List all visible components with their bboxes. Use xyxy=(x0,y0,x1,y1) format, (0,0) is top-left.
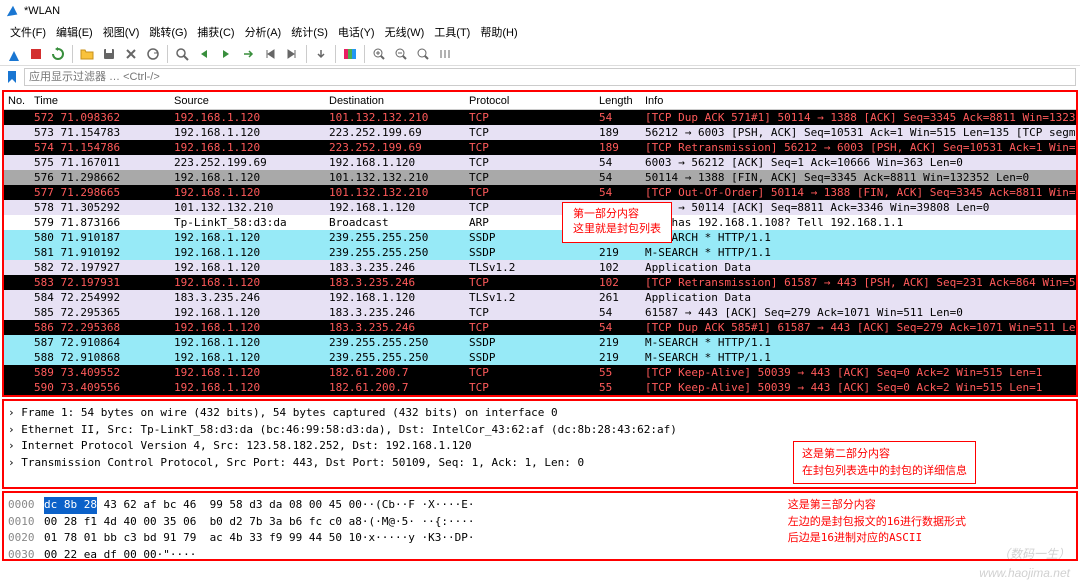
callout3-line2: 左边的是封包报文的16进行数据形式 xyxy=(788,514,966,531)
menu-telephony[interactable]: 电话(Y) xyxy=(334,24,379,40)
app-icon xyxy=(6,4,20,18)
bookmark-icon[interactable] xyxy=(4,69,20,85)
find-packet-icon[interactable] xyxy=(172,44,192,64)
table-row[interactable]: 572 71.098362192.168.1.120101.132.132.21… xyxy=(4,110,1076,125)
callout2-line2: 在封包列表选中的封包的详细信息 xyxy=(802,463,967,480)
packet-list-pane: No. Time Source Destination Protocol Len… xyxy=(2,90,1078,397)
packet-list-header: No. Time Source Destination Protocol Len… xyxy=(4,92,1076,110)
zoom-reset-icon[interactable] xyxy=(413,44,433,64)
start-capture-icon[interactable] xyxy=(4,44,24,64)
callout1-line1: 第一部分内容 xyxy=(573,207,661,222)
detail-line[interactable]: › Frame 1: 54 bytes on wire (432 bits), … xyxy=(8,405,1072,422)
close-file-icon[interactable] xyxy=(121,44,141,64)
col-header-no[interactable]: No. xyxy=(4,95,34,107)
toolbar-separator xyxy=(72,45,73,63)
auto-scroll-icon[interactable] xyxy=(311,44,331,64)
table-row[interactable]: 585 72.295365192.168.1.120183.3.235.246T… xyxy=(4,305,1076,320)
callout-hex: 这是第三部分内容 左边的是封包报文的16进行数据形式 后边是16进制对应的ASC… xyxy=(788,497,966,547)
toolbar-separator xyxy=(335,45,336,63)
table-row[interactable]: 583 72.197931192.168.1.120183.3.235.246T… xyxy=(4,275,1076,290)
save-file-icon[interactable] xyxy=(99,44,119,64)
col-header-info[interactable]: Info xyxy=(645,95,1076,107)
go-prev-icon[interactable] xyxy=(194,44,214,64)
table-row[interactable]: 579 71.873166Tp-LinkT_58:d3:daBroadcastA… xyxy=(4,215,1076,230)
display-filter-input[interactable] xyxy=(24,68,1076,86)
restart-capture-icon[interactable] xyxy=(48,44,68,64)
menu-help[interactable]: 帮助(H) xyxy=(476,24,521,40)
table-row[interactable]: 587 72.910864192.168.1.120239.255.255.25… xyxy=(4,335,1076,350)
packet-details-pane: › Frame 1: 54 bytes on wire (432 bits), … xyxy=(2,399,1078,489)
table-row[interactable]: 577 71.298665192.168.1.120101.132.132.21… xyxy=(4,185,1076,200)
toolbar xyxy=(0,42,1080,66)
callout1-line2: 这里就是封包列表 xyxy=(573,222,661,237)
filter-bar xyxy=(0,66,1080,88)
resize-columns-icon[interactable] xyxy=(435,44,455,64)
open-file-icon[interactable] xyxy=(77,44,97,64)
table-row[interactable]: 588 72.910868192.168.1.120239.255.255.25… xyxy=(4,350,1076,365)
go-first-icon[interactable] xyxy=(260,44,280,64)
menu-wireless[interactable]: 无线(W) xyxy=(381,24,429,40)
table-row[interactable]: 578 71.305292101.132.132.210192.168.1.12… xyxy=(4,200,1076,215)
colorize-icon[interactable] xyxy=(340,44,360,64)
table-row[interactable]: 580 71.910187192.168.1.120239.255.255.25… xyxy=(4,230,1076,245)
menu-view[interactable]: 视图(V) xyxy=(99,24,144,40)
go-last-icon[interactable] xyxy=(282,44,302,64)
detail-line[interactable]: › Ethernet II, Src: Tp-LinkT_58:d3:da (b… xyxy=(8,422,1072,439)
col-header-time[interactable]: Time xyxy=(34,95,174,107)
table-row[interactable]: 590 73.409556192.168.1.120182.61.200.7TC… xyxy=(4,380,1076,395)
packet-rows: 572 71.098362192.168.1.120101.132.132.21… xyxy=(4,110,1076,395)
col-header-destination[interactable]: Destination xyxy=(329,95,469,107)
window-title: *WLAN xyxy=(24,5,60,17)
table-row[interactable]: 576 71.298662192.168.1.120101.132.132.21… xyxy=(4,170,1076,185)
callout-details: 这是第二部分内容 在封包列表选中的封包的详细信息 xyxy=(793,441,976,484)
col-header-length[interactable]: Length xyxy=(599,95,645,107)
menu-tools[interactable]: 工具(T) xyxy=(430,24,474,40)
callout3-line1: 这是第三部分内容 xyxy=(788,497,966,514)
menu-file[interactable]: 文件(F) xyxy=(6,24,50,40)
zoom-in-icon[interactable] xyxy=(369,44,389,64)
menubar: 文件(F) 编辑(E) 视图(V) 跳转(G) 捕获(C) 分析(A) 统计(S… xyxy=(0,22,1080,42)
toolbar-separator xyxy=(167,45,168,63)
callout-packet-list: 第一部分内容 这里就是封包列表 xyxy=(562,202,672,243)
stop-capture-icon[interactable] xyxy=(26,44,46,64)
table-row[interactable]: 589 73.409552192.168.1.120182.61.200.7TC… xyxy=(4,365,1076,380)
table-row[interactable]: 575 71.167011223.252.199.69192.168.1.120… xyxy=(4,155,1076,170)
col-header-protocol[interactable]: Protocol xyxy=(469,95,599,107)
table-row[interactable]: 584 72.254992183.3.235.246192.168.1.120T… xyxy=(4,290,1076,305)
url-watermark: www.haojima.net xyxy=(979,566,1070,580)
go-to-packet-icon[interactable] xyxy=(238,44,258,64)
toolbar-separator xyxy=(364,45,365,63)
titlebar: *WLAN xyxy=(0,0,1080,22)
menu-stats[interactable]: 统计(S) xyxy=(287,24,332,40)
table-row[interactable]: 581 71.910192192.168.1.120239.255.255.25… xyxy=(4,245,1076,260)
col-header-source[interactable]: Source xyxy=(174,95,329,107)
callout2-line1: 这是第二部分内容 xyxy=(802,446,967,463)
watermark: （数码一生） xyxy=(998,545,1070,562)
reload-icon[interactable] xyxy=(143,44,163,64)
table-row[interactable]: 573 71.154783192.168.1.120223.252.199.69… xyxy=(4,125,1076,140)
zoom-out-icon[interactable] xyxy=(391,44,411,64)
table-row[interactable]: 574 71.154786192.168.1.120223.252.199.69… xyxy=(4,140,1076,155)
hex-row[interactable]: 003000 22 ea df 00 00 ·"···· xyxy=(8,547,1072,564)
menu-analyze[interactable]: 分析(A) xyxy=(241,24,286,40)
menu-capture[interactable]: 捕获(C) xyxy=(193,24,238,40)
table-row[interactable]: 582 72.197927192.168.1.120183.3.235.246T… xyxy=(4,260,1076,275)
callout3-line3: 后边是16进制对应的ASCII xyxy=(788,530,966,547)
table-row[interactable]: 586 72.295368192.168.1.120183.3.235.246T… xyxy=(4,320,1076,335)
go-next-icon[interactable] xyxy=(216,44,236,64)
menu-go[interactable]: 跳转(G) xyxy=(145,24,191,40)
packet-bytes-pane: 0000dc 8b 28 43 62 af bc 46 99 58 d3 da … xyxy=(2,491,1078,561)
menu-edit[interactable]: 编辑(E) xyxy=(52,24,97,40)
toolbar-separator xyxy=(306,45,307,63)
